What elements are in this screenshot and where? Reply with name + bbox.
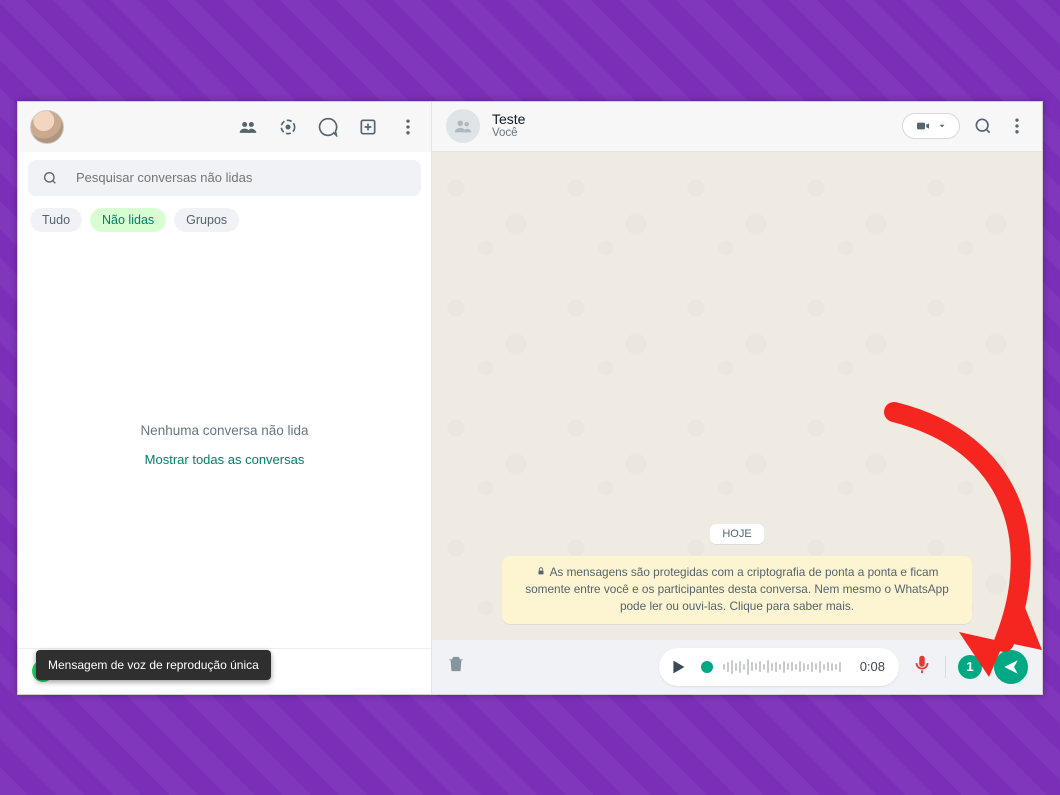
date-separator: HOJE [710, 524, 763, 544]
trash-icon [446, 654, 466, 674]
chat-menu-button[interactable] [1006, 115, 1028, 137]
chat-header-titles[interactable]: Teste Você [492, 112, 525, 140]
send-button[interactable] [994, 650, 1028, 684]
chat-title: Teste [492, 112, 525, 127]
search-input[interactable] [76, 170, 407, 185]
menu-icon[interactable] [397, 116, 419, 138]
composer: 0:08 1 [432, 640, 1042, 694]
menu-icon [1007, 116, 1027, 136]
filter-all[interactable]: Tudo [30, 208, 82, 232]
divider [945, 656, 946, 678]
video-call-button[interactable] [902, 113, 960, 139]
search-in-chat-button[interactable] [972, 115, 994, 137]
encryption-notice-text: As mensagens são protegidas com a cripto… [525, 565, 949, 613]
search-bar[interactable] [28, 160, 421, 196]
playhead-dot[interactable] [701, 661, 713, 673]
status-icon[interactable] [277, 116, 299, 138]
chat-panel: Teste Você HOJE As mensagens são protegi… [432, 102, 1042, 694]
waveform[interactable] [723, 659, 841, 675]
play-icon [667, 656, 689, 678]
search-icon [973, 116, 993, 136]
video-icon [915, 118, 931, 134]
sidebar-header-actions [237, 116, 419, 138]
recording-timer: 0:08 [851, 659, 885, 674]
voice-preview: 0:08 [659, 648, 899, 686]
chevron-down-icon [937, 121, 947, 131]
mic-icon [911, 653, 933, 675]
play-recording-button[interactable] [665, 654, 691, 680]
chat-header: Teste Você [432, 102, 1042, 152]
communities-icon[interactable] [237, 116, 259, 138]
whatsapp-app: Tudo Não lidas Grupos Nenhuma conversa n… [17, 101, 1043, 695]
sidebar: Tudo Não lidas Grupos Nenhuma conversa n… [18, 102, 432, 694]
view-once-tooltip: Mensagem de voz de reprodução única [36, 650, 271, 680]
sidebar-header [18, 102, 431, 152]
channels-icon[interactable] [317, 116, 339, 138]
filter-chips: Tudo Não lidas Grupos [18, 204, 431, 242]
chat-body: HOJE As mensagens são protegidas com a c… [432, 152, 1042, 640]
stop-recording-button[interactable] [911, 653, 933, 680]
view-once-toggle[interactable]: 1 [958, 655, 982, 679]
new-chat-icon[interactable] [357, 116, 379, 138]
encryption-notice[interactable]: As mensagens são protegidas com a cripto… [502, 556, 972, 623]
lock-icon [536, 564, 546, 581]
delete-recording-button[interactable] [446, 654, 466, 679]
filter-groups[interactable]: Grupos [174, 208, 239, 232]
chat-subtitle: Você [492, 127, 525, 140]
chat-avatar[interactable] [446, 109, 480, 143]
filter-unread[interactable]: Não lidas [90, 208, 166, 232]
empty-state: Nenhuma conversa não lida Mostrar todas … [18, 242, 431, 648]
empty-message: Nenhuma conversa não lida [140, 423, 308, 438]
search-icon [42, 170, 58, 186]
send-icon [1002, 658, 1020, 676]
group-icon [452, 115, 474, 137]
user-avatar[interactable] [30, 110, 64, 144]
show-all-link[interactable]: Mostrar todas as conversas [145, 452, 305, 467]
